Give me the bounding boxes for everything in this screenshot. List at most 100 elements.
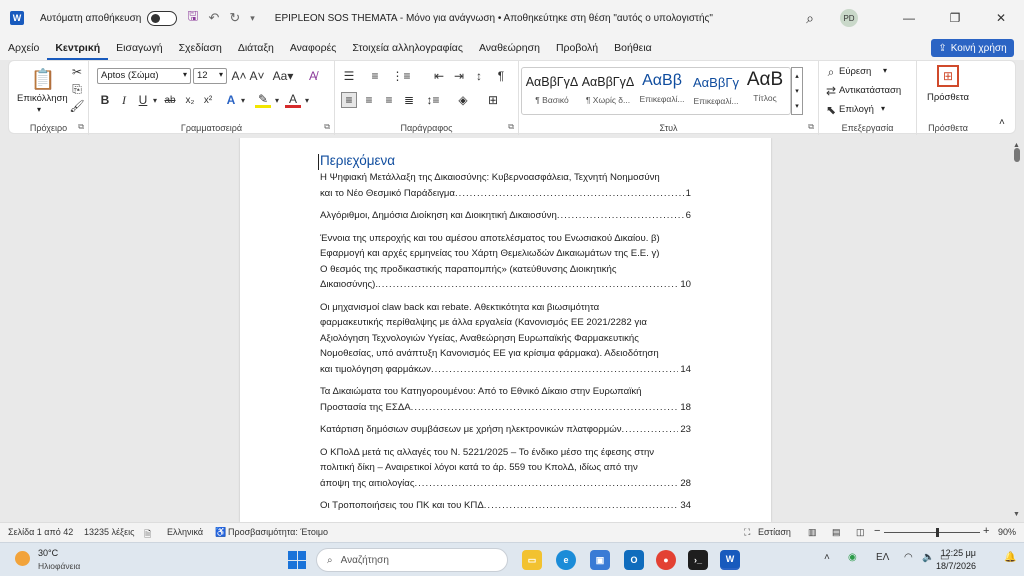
- select-dropdown-icon[interactable]: ▾: [881, 104, 885, 113]
- close-icon[interactable]: ✕: [978, 11, 1024, 25]
- tab-home[interactable]: Κεντρική: [47, 36, 109, 60]
- chevron-down-icon[interactable]: ▾: [795, 87, 799, 95]
- weather-temp[interactable]: 30°C: [38, 548, 58, 558]
- chevron-up-icon[interactable]: ˄: [824, 552, 830, 563]
- word-taskbar-icon[interactable]: W: [720, 550, 740, 570]
- toc-entry[interactable]: Τα Δικαιώματα του Κατηγορουμένου: Από το…: [320, 384, 691, 415]
- style-heading-2[interactable]: ΑαΒβΓγ Επικεφαλί...: [687, 67, 745, 113]
- edge-icon[interactable]: e: [556, 550, 576, 570]
- accessibility-status[interactable]: Προσβασιμότητα: Έτοιμο: [228, 527, 328, 537]
- show-paragraph-marks-icon[interactable]: ¶: [493, 68, 509, 84]
- superscript-icon[interactable]: x²: [200, 92, 216, 108]
- word-count[interactable]: 13235 λέξεις: [84, 527, 134, 537]
- align-left-icon[interactable]: ≡: [341, 92, 357, 108]
- sun-icon[interactable]: [15, 551, 30, 566]
- toc-entry[interactable]: Αλγόριθμοι, Δημόσια Διοίκηση και Διοικητ…: [320, 208, 691, 224]
- toc-entry[interactable]: Έννοια της υπεροχής και του αμέσου αποτε…: [320, 231, 691, 293]
- store-icon[interactable]: ▣: [590, 550, 610, 570]
- find-button[interactable]: Εύρεση: [839, 66, 871, 77]
- outlook-icon[interactable]: O: [624, 550, 644, 570]
- style-title[interactable]: ΑαΒ Τίτλος: [741, 67, 789, 113]
- page-count[interactable]: Σελίδα 1 από 42: [8, 527, 73, 537]
- bold-icon[interactable]: B: [97, 92, 113, 108]
- multilevel-list-icon[interactable]: ⋮≡: [392, 68, 411, 84]
- tab-review[interactable]: Αναθεώρηση: [471, 36, 548, 60]
- italic-icon[interactable]: I: [116, 92, 132, 108]
- toc-entry[interactable]: Κατάρτιση δημόσιων συμβάσεων με χρήση ηλ…: [320, 422, 691, 438]
- zoom-out-icon[interactable]: −: [874, 525, 880, 537]
- toc-entry[interactable]: Η Ψηφιακή Μετάλλαξη της Δικαιοσύνης: Κυβ…: [320, 170, 691, 201]
- scroll-thumb[interactable]: [1014, 148, 1020, 162]
- save-icon[interactable]: 🖫: [187, 7, 198, 29]
- clear-formatting-icon[interactable]: A̸: [305, 68, 321, 84]
- clock[interactable]: 12:25 μμ 18/7/2026: [936, 547, 976, 573]
- select-button[interactable]: Επιλογή: [839, 104, 874, 115]
- paste-label[interactable]: Επικόλληση: [17, 93, 68, 104]
- tab-help[interactable]: Βοήθεια: [606, 36, 660, 60]
- addins-button[interactable]: Πρόσθετα: [927, 92, 969, 103]
- increase-indent-icon[interactable]: ⇥: [451, 68, 467, 84]
- language-label[interactable]: Ελληνικά: [167, 527, 203, 537]
- numbering-icon[interactable]: ≡: [367, 68, 383, 84]
- vertical-scrollbar[interactable]: ▲ ▼: [1010, 138, 1024, 522]
- read-mode-icon[interactable]: ▥: [808, 527, 817, 538]
- restore-icon[interactable]: ❐: [932, 11, 978, 25]
- highlight-dropdown-icon[interactable]: ▾: [269, 92, 285, 108]
- zoom-slider-thumb[interactable]: [936, 528, 939, 537]
- cut-icon[interactable]: ✂: [69, 64, 85, 80]
- sort-icon[interactable]: ↕: [471, 68, 487, 84]
- decrease-indent-icon[interactable]: ⇤: [431, 68, 447, 84]
- replace-button[interactable]: Αντικατάσταση: [839, 85, 901, 96]
- terminal-icon[interactable]: ›_: [688, 550, 708, 570]
- security-icon[interactable]: ◉: [848, 552, 857, 563]
- tab-file[interactable]: Αρχείο: [0, 36, 47, 60]
- strikethrough-icon[interactable]: ab: [162, 92, 178, 108]
- subscript-icon[interactable]: x₂: [182, 92, 198, 108]
- font-name-combo[interactable]: Aptos (Σώμα) ▾: [97, 68, 191, 84]
- paragraph-launcher-icon[interactable]: ⧉: [508, 122, 514, 132]
- style-no-spacing[interactable]: ΑαΒβΓγΔ ¶ Χωρίς δ...: [579, 67, 637, 113]
- style-heading-1[interactable]: ΑαΒβ Επικεφαλί...: [633, 67, 691, 113]
- justify-icon[interactable]: ≣: [401, 92, 417, 108]
- notifications-icon[interactable]: 🔔: [1004, 552, 1016, 563]
- print-layout-icon[interactable]: ▤: [832, 527, 841, 538]
- font-size-combo[interactable]: 12 ▾: [193, 68, 227, 84]
- share-button[interactable]: ⇪ Κοινή χρήση: [931, 39, 1014, 57]
- align-center-icon[interactable]: ≡: [361, 92, 377, 108]
- toc-entry[interactable]: Οι Τροποποιήσεις του ΠΚ και του ΚΠΔ 34: [320, 498, 691, 514]
- font-launcher-icon[interactable]: ⧉: [324, 122, 330, 132]
- tab-mailings[interactable]: Στοιχεία αλληλογραφίας: [344, 36, 471, 60]
- volume-icon[interactable]: 🔈: [922, 552, 934, 563]
- paste-icon[interactable]: 📋: [31, 67, 56, 91]
- wifi-icon[interactable]: ◠: [904, 552, 913, 563]
- style-normal[interactable]: ΑαΒβΓγΔ ¶ Βασικό: [523, 67, 581, 113]
- zoom-level[interactable]: 90%: [998, 527, 1016, 537]
- tab-view[interactable]: Προβολή: [548, 36, 606, 60]
- bullets-icon[interactable]: ☰: [341, 68, 357, 84]
- web-layout-icon[interactable]: ◫: [856, 527, 865, 538]
- chevron-up-icon[interactable]: ▴: [795, 72, 799, 80]
- find-dropdown-icon[interactable]: ▾: [883, 66, 887, 75]
- copy-icon[interactable]: ⎘: [69, 81, 85, 97]
- chrome-icon[interactable]: ●: [656, 550, 676, 570]
- line-spacing-icon[interactable]: ↕≡: [425, 92, 441, 108]
- underline-dropdown-icon[interactable]: ▾: [147, 92, 163, 108]
- tab-references[interactable]: Αναφορές: [282, 36, 345, 60]
- styles-launcher-icon[interactable]: ⧉: [808, 122, 814, 132]
- taskbar-search[interactable]: ⌕ Αναζήτηση: [316, 548, 508, 572]
- proofing-icon[interactable]: 🗎: [144, 527, 151, 543]
- paste-dropdown-icon[interactable]: ▾: [37, 105, 41, 114]
- text-effects-dropdown-icon[interactable]: ▾: [235, 92, 251, 108]
- borders-icon[interactable]: ⊞: [485, 92, 501, 108]
- customize-qat-icon[interactable]: ▾: [250, 13, 255, 24]
- tab-insert[interactable]: Εισαγωγή: [108, 36, 170, 60]
- scroll-down-icon[interactable]: ▼: [1013, 511, 1020, 518]
- toc-entry[interactable]: Ο ΚΠολΔ μετά τις αλλαγές του Ν. 5221/202…: [320, 445, 691, 492]
- document-page[interactable]: Περιεχόμενα Η Ψηφιακή Μετάλλαξη της Δικα…: [240, 138, 771, 522]
- clipboard-launcher-icon[interactable]: ⧉: [78, 122, 84, 132]
- tab-layout[interactable]: Διάταξη: [230, 36, 282, 60]
- collapse-ribbon-icon[interactable]: ˄: [999, 117, 1005, 128]
- weather-desc[interactable]: Ηλιοφάνεια: [38, 561, 80, 571]
- shading-icon[interactable]: ◈: [455, 92, 471, 108]
- avatar[interactable]: PD: [840, 9, 858, 27]
